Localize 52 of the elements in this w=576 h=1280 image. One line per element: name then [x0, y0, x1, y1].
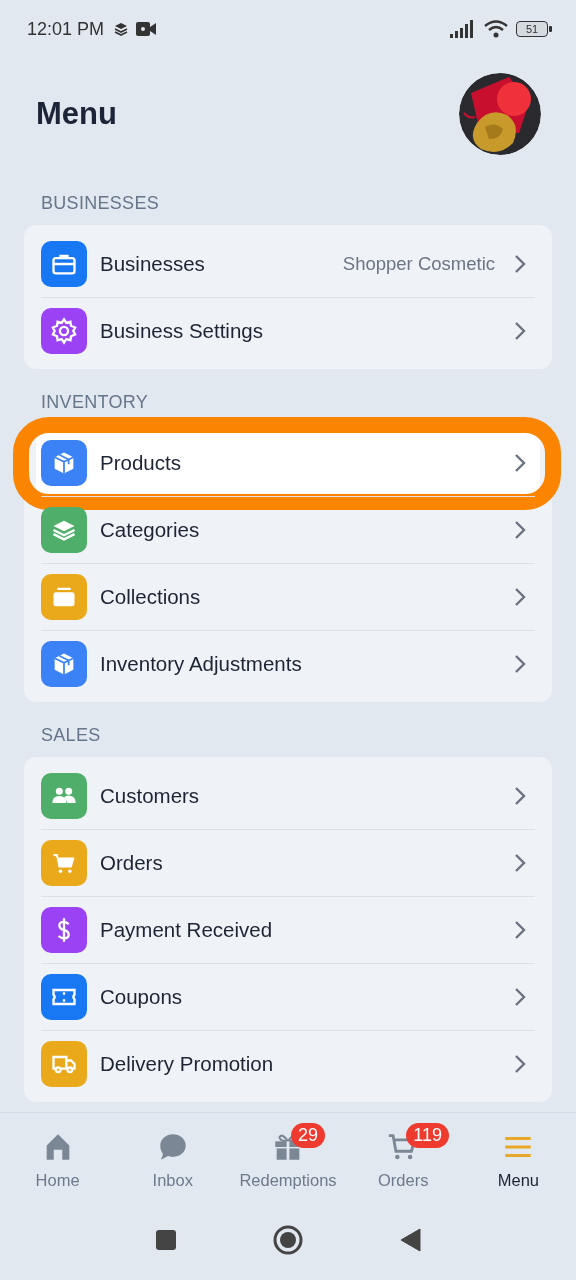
item-label: Inventory Adjustments [100, 652, 303, 676]
item-label: Coupons [100, 985, 184, 1009]
section-heading: BUSINESSES [40, 192, 161, 215]
chevron-right-icon [514, 321, 526, 341]
item-label: Payment Received [100, 918, 274, 942]
item-label: Business Settings [100, 319, 264, 343]
count-badge: 29 [291, 1123, 326, 1148]
recents-button[interactable] [155, 1229, 177, 1251]
menu-item[interactable]: Customers [41, 762, 535, 829]
chevron-right-icon [514, 654, 526, 674]
menu-item[interactable]: Coupons [41, 963, 535, 1030]
menu-item[interactable]: Business Settings [41, 297, 535, 364]
chevron-right-icon [514, 587, 526, 607]
count-badge: 119 [406, 1123, 449, 1148]
page-title: Menu [36, 96, 117, 132]
chevron-right-icon [514, 987, 526, 1007]
video-camera-icon [136, 21, 157, 37]
chevron-right-icon [514, 253, 526, 274]
chevron-right-icon [514, 1054, 526, 1074]
nav-tab[interactable]: 29 Redemptions [230, 1113, 346, 1206]
nav-tab[interactable]: Inbox [115, 1113, 231, 1206]
menu-item[interactable]: Payment Received [41, 896, 535, 963]
menu-item[interactable]: Orders [41, 829, 535, 896]
home-button[interactable] [273, 1225, 303, 1255]
status-time: 12:01 PM [27, 18, 105, 40]
chevron-right-icon [514, 853, 526, 873]
menu-item[interactable]: Businesses Shopper Cosmetic [41, 230, 535, 297]
section-heading: SALES [40, 724, 102, 747]
back-button[interactable] [399, 1228, 421, 1252]
item-label: Categories [100, 518, 201, 542]
item-label: Products [100, 450, 182, 475]
chevron-right-icon [514, 785, 526, 806]
chevron-right-icon [514, 920, 526, 940]
menu-item[interactable]: Inventory Adjustments [41, 630, 535, 697]
nav-tab[interactable]: 119 Orders [345, 1113, 461, 1206]
item-label: Delivery Promotion [100, 1052, 275, 1076]
chevron-right-icon [514, 520, 526, 540]
layers-icon [114, 22, 129, 36]
menu-item[interactable]: Collections [41, 563, 535, 630]
item-label: Businesses [100, 251, 206, 276]
menu-item[interactable]: Delivery Promotion [41, 1030, 535, 1097]
item-label: Collections [100, 585, 202, 609]
signal-icon [450, 20, 476, 38]
item-label: Customers [100, 783, 201, 808]
chevron-right-icon [514, 452, 526, 473]
item-value: Shopper Cosmetic [342, 252, 495, 275]
wifi-icon [484, 20, 508, 38]
item-label: Orders [100, 851, 164, 875]
section-heading: INVENTORY [40, 391, 150, 414]
nav-tab[interactable]: Home [0, 1113, 116, 1206]
nav-tab[interactable]: Menu [460, 1113, 576, 1206]
menu-item[interactable]: Categories [41, 496, 535, 563]
